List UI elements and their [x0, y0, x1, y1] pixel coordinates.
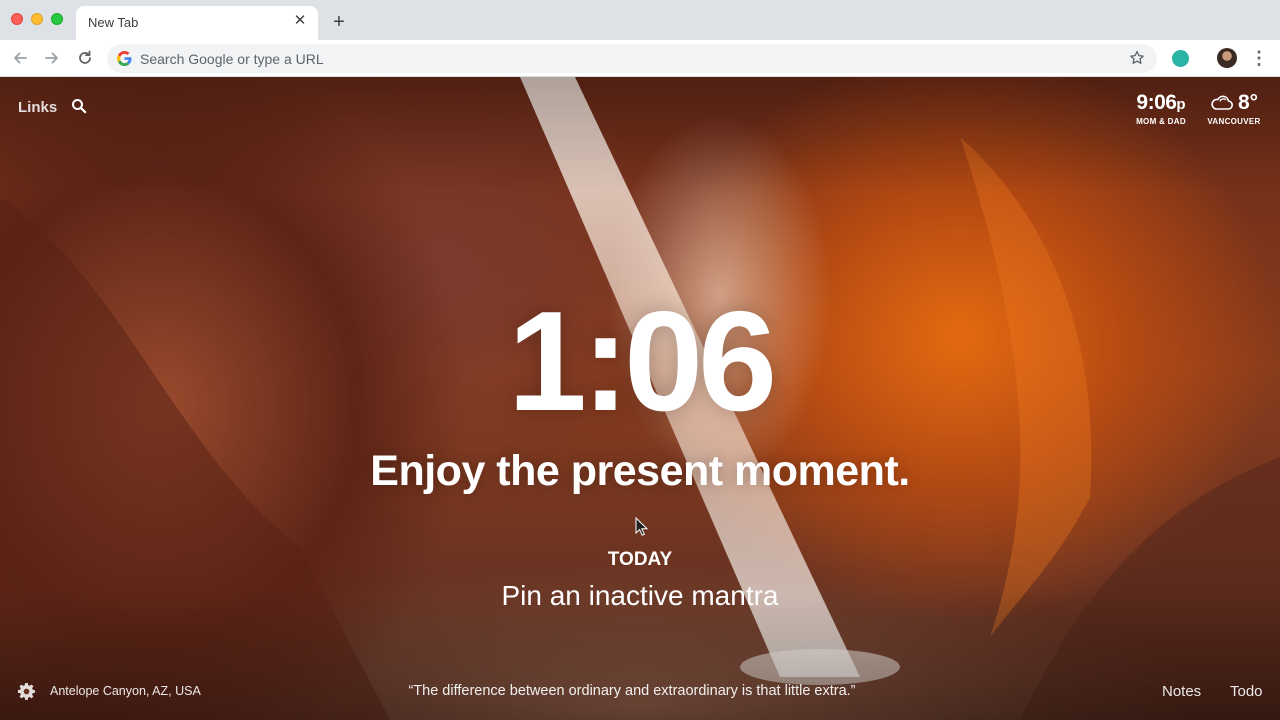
zoom-window-button[interactable]	[51, 13, 63, 25]
world-clock-time: 9:06	[1136, 91, 1177, 114]
extension-icon[interactable]	[1172, 50, 1189, 67]
google-icon	[117, 51, 132, 66]
main-clock: 1:06	[507, 282, 777, 441]
world-clock-widget[interactable]: 9:06p MOM & DAD	[1130, 91, 1192, 126]
mouse-cursor-icon	[635, 517, 649, 536]
cloud-icon	[1211, 95, 1233, 110]
mantra-text[interactable]: Enjoy the present moment.	[0, 447, 1280, 496]
forward-icon[interactable]	[42, 48, 62, 68]
search-icon[interactable]	[71, 98, 87, 114]
new-tab-button[interactable]: +	[328, 11, 350, 33]
momentum-dashboard: Links 9:06p MOM & DAD 8° VANCOUVER 1:06 …	[0, 77, 1280, 720]
links-button[interactable]: Links	[18, 99, 57, 116]
menu-icon[interactable]: ⋮	[1250, 48, 1268, 68]
close-window-button[interactable]	[11, 13, 23, 25]
back-icon[interactable]	[10, 48, 30, 68]
profile-avatar[interactable]	[1217, 48, 1237, 68]
focus-today-label: TODAY	[607, 549, 673, 570]
daily-quote[interactable]: “The difference between ordinary and ext…	[0, 683, 1264, 699]
notes-button[interactable]: Notes	[1162, 683, 1201, 700]
omnibox[interactable]	[107, 44, 1157, 73]
minimize-window-button[interactable]	[31, 13, 43, 25]
weather-location: VANCOUVER	[1207, 117, 1261, 126]
tab-title: New Tab	[88, 15, 139, 30]
tab-new-tab[interactable]: New Tab ✕	[76, 6, 318, 40]
reload-icon[interactable]	[75, 48, 95, 68]
world-clock-ampm: p	[1176, 96, 1186, 113]
world-clock-label: MOM & DAD	[1136, 117, 1186, 126]
weather-widget[interactable]: 8° VANCOUVER	[1200, 91, 1268, 126]
weather-temperature: 8°	[1237, 91, 1259, 114]
tab-close-icon[interactable]: ✕	[292, 13, 308, 29]
tab-strip: New Tab ✕ +	[0, 0, 1280, 40]
browser-toolbar: ⋮	[0, 40, 1280, 77]
focus-text[interactable]: Pin an inactive mantra	[0, 580, 1280, 612]
todo-button[interactable]: Todo	[1230, 683, 1263, 700]
star-icon[interactable]	[1129, 50, 1145, 66]
omnibox-input[interactable]	[140, 44, 1090, 73]
